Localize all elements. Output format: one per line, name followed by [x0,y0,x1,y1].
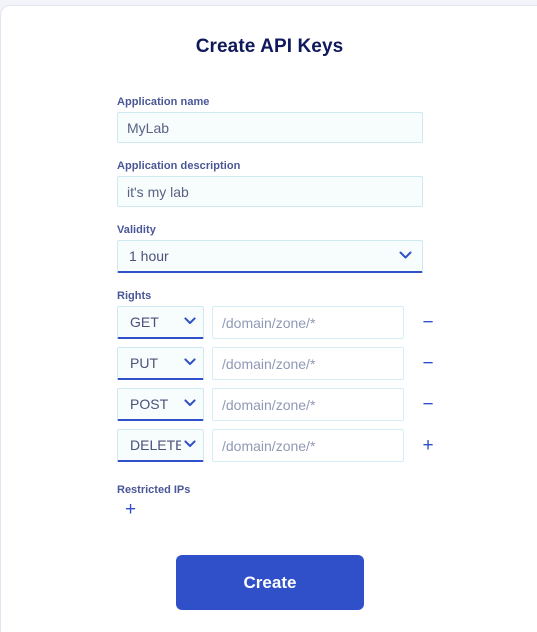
rights-row: GETPUTPOSTDELETE− [117,306,434,339]
validity-label: Validity [117,224,156,236]
application-description-input[interactable] [117,176,423,207]
validity-select-wrapper: 1 hour [117,240,423,273]
rights-verb-select-wrapper: GETPUTPOSTDELETE [117,429,204,462]
rights-remove-row-button[interactable]: − [415,354,441,373]
rights-verb-select-wrapper: GETPUTPOSTDELETE [117,388,204,421]
rights-path-input[interactable] [212,388,404,421]
rights-path-input[interactable] [212,347,404,380]
rights-remove-row-button[interactable]: − [415,313,441,332]
validity-select[interactable]: 1 hour [117,240,423,273]
page-title: Create API Keys [195,36,344,57]
create-api-keys-card: Create API Keys Application name Applica… [0,5,537,632]
rights-verb-select-wrapper: GETPUTPOSTDELETE [117,306,204,339]
create-api-keys-form: Application name Application description… [117,96,434,520]
application-name-field-group: Application name [117,96,427,143]
application-name-label: Application name [117,96,210,108]
rights-verb-select[interactable]: GETPUTPOSTDELETE [117,347,204,380]
rights-verb-select[interactable]: GETPUTPOSTDELETE [117,306,204,339]
application-description-field-group: Application description [117,160,427,207]
rights-row: GETPUTPOSTDELETE− [117,347,434,380]
rights-row: GETPUTPOSTDELETE− [117,388,434,421]
rights-label: Rights [117,290,152,302]
rights-field-group: Rights GETPUTPOSTDELETE−GETPUTPOSTDELETE… [117,290,434,462]
rights-rows: GETPUTPOSTDELETE−GETPUTPOSTDELETE−GETPUT… [117,306,434,462]
restricted-ips-add-button[interactable]: + [125,500,136,519]
restricted-ips-label: Restricted IPs [117,484,191,496]
rights-row: GETPUTPOSTDELETE+ [117,429,434,462]
create-button[interactable]: Create [176,555,364,610]
restricted-ips-group: Restricted IPs + [117,484,427,520]
rights-path-input[interactable] [212,429,404,462]
application-description-label: Application description [117,160,241,172]
rights-path-input[interactable] [212,306,404,339]
validity-field-group: Validity 1 hour [117,224,427,273]
application-name-input[interactable] [117,112,423,143]
rights-verb-select[interactable]: GETPUTPOSTDELETE [117,388,204,421]
rights-verb-select[interactable]: GETPUTPOSTDELETE [117,429,204,462]
rights-add-row-button[interactable]: + [415,436,441,455]
rights-verb-select-wrapper: GETPUTPOSTDELETE [117,347,204,380]
rights-remove-row-button[interactable]: − [415,395,441,414]
